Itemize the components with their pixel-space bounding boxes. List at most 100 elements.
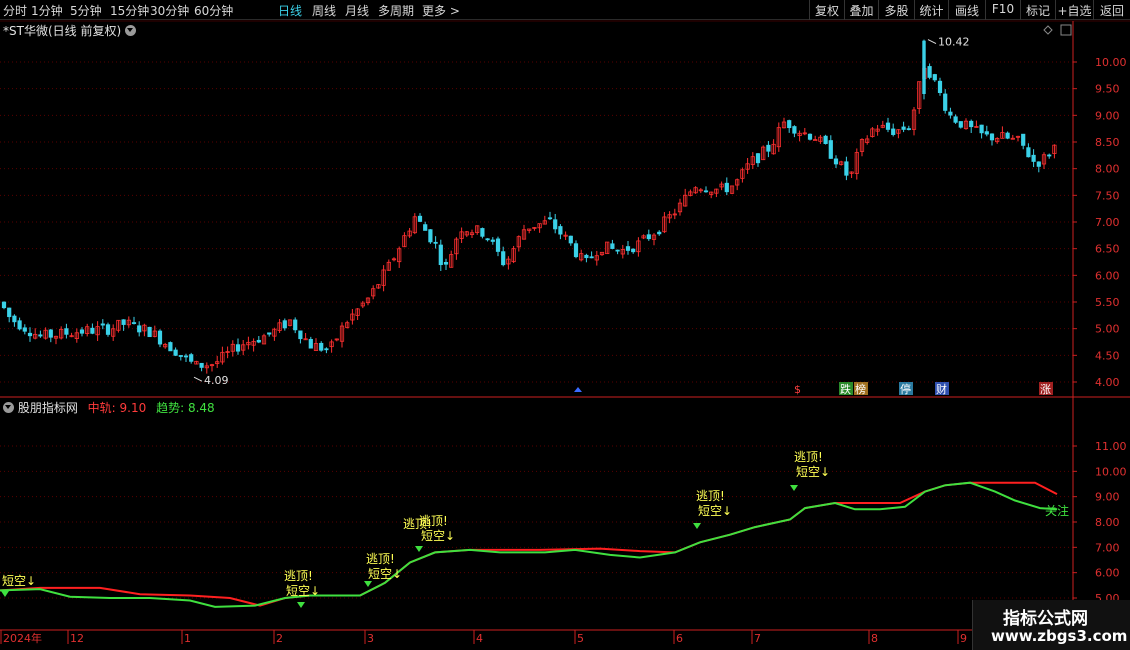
candle-body — [105, 324, 111, 335]
toolbar-button-3[interactable]: 统计 — [914, 0, 948, 20]
candle-body — [475, 225, 480, 233]
candle-body — [677, 202, 683, 213]
price-tick-label: 5.00 — [1095, 323, 1120, 336]
candle-body — [922, 67, 927, 80]
candle-body — [865, 138, 870, 143]
candle-body — [282, 320, 287, 329]
candle-body — [7, 307, 12, 318]
period-tab-10[interactable]: 更多 > — [422, 2, 460, 19]
event-badge — [1039, 382, 1053, 395]
toolbar-button-7[interactable]: +自选 — [1055, 0, 1093, 20]
chevron-down-icon[interactable] — [3, 402, 14, 413]
price-tick-label: 4.50 — [1095, 349, 1120, 362]
period-tab-9[interactable]: 多周期 — [378, 2, 414, 19]
toolbar-button-1[interactable]: 叠加 — [844, 0, 878, 20]
candle-body — [111, 328, 116, 337]
chevron-down-icon[interactable] — [124, 25, 136, 36]
candle-body — [693, 187, 698, 194]
watermark-logo: 指标公式网 www.zbgs3.com — [972, 600, 1130, 650]
indicator-tick-label: 8.00 — [1095, 516, 1120, 529]
period-tab-6[interactable]: 日线 — [278, 2, 302, 19]
candle-body — [1047, 154, 1052, 157]
candle-body — [345, 322, 350, 328]
toolbar-button-5[interactable]: F10 — [985, 0, 1020, 20]
toolbar-button-0[interactable]: 复权 — [809, 0, 844, 20]
short-signal-label: 短空↓ — [286, 584, 320, 598]
period-tab-1[interactable]: 1分钟 — [31, 2, 63, 19]
toolbar-button-6[interactable]: 标记 — [1020, 0, 1055, 20]
candle-body — [833, 158, 839, 165]
escape-signal-label: 逃顶! — [794, 450, 823, 464]
period-tab-5[interactable]: 60分钟 — [194, 2, 233, 19]
trend-label: 趋势: — [156, 401, 185, 415]
candle-body — [521, 229, 527, 240]
period-tab-0[interactable]: 分时 — [3, 2, 27, 19]
indicator-tick-label: 7.00 — [1095, 541, 1120, 554]
candle-body — [490, 239, 495, 242]
candle-body — [870, 128, 875, 138]
candle-body — [755, 153, 761, 164]
candle-body — [771, 143, 776, 155]
date-label: 9 — [960, 632, 967, 645]
candle-body — [688, 191, 693, 196]
candle-body — [885, 122, 891, 130]
candle-body — [246, 341, 251, 346]
period-tab-2[interactable]: 5分钟 — [70, 2, 102, 19]
toolbar-button-4[interactable]: 画线 — [948, 0, 985, 20]
candle-body — [287, 319, 293, 326]
indicator-tick-label: 9.00 — [1095, 491, 1120, 504]
candle-body — [157, 330, 163, 345]
period-tab-3[interactable]: 15分钟 — [110, 2, 149, 19]
candle-body — [553, 219, 558, 230]
candle-body — [1021, 133, 1026, 146]
candle-body — [537, 223, 542, 229]
candle-body — [1031, 154, 1036, 162]
escape-signal-label: 逃顶! — [284, 569, 313, 583]
candle-body — [901, 126, 906, 130]
candle-body — [438, 244, 443, 266]
candle-body — [698, 189, 703, 192]
candle-body — [43, 329, 48, 339]
candle-body — [599, 251, 605, 256]
indicator-tick-label: 10.00 — [1095, 465, 1127, 478]
candle-body — [542, 220, 547, 225]
candle-body — [433, 241, 438, 244]
candle-body — [818, 136, 823, 142]
price-tick-label: 4.00 — [1095, 376, 1120, 389]
candle-body — [272, 328, 277, 337]
candle-body — [849, 171, 854, 174]
candle-body — [303, 338, 308, 341]
price-tick-label: 5.50 — [1095, 296, 1120, 309]
candle-body — [209, 364, 215, 367]
candle-body — [1000, 132, 1005, 139]
candle-body — [646, 234, 651, 240]
period-tab-4[interactable]: 30分钟 — [150, 2, 189, 19]
mid-label: 中轨: — [87, 401, 116, 415]
candle-body — [667, 214, 672, 219]
candle-body — [506, 258, 511, 265]
candle-body — [984, 131, 989, 135]
period-tab-7[interactable]: 周线 — [312, 2, 336, 19]
toolbar-button-2[interactable]: 多股 — [878, 0, 914, 20]
candle-body — [563, 234, 568, 237]
candle-body — [891, 128, 896, 135]
high-pointer — [927, 39, 937, 45]
candle-body — [495, 238, 501, 252]
toolbar-button-8[interactable]: 返回 — [1093, 0, 1130, 20]
candle-body — [480, 228, 485, 237]
candle-body — [251, 340, 256, 346]
price-tick-label: 6.00 — [1095, 269, 1120, 282]
candle-body — [1026, 147, 1031, 158]
candle-body — [594, 255, 599, 261]
candle-body — [241, 344, 246, 351]
candle-body — [501, 251, 506, 266]
candle-body — [740, 169, 745, 179]
candle-body — [215, 361, 220, 365]
chart-title: *ST华微(日线 前复权) — [3, 22, 136, 39]
candle-body — [360, 302, 365, 307]
date-label: 12 — [70, 632, 84, 645]
period-tab-8[interactable]: 月线 — [345, 2, 369, 19]
chart-title-text: *ST华微(日线 前复权) — [3, 24, 122, 38]
candle-body — [220, 351, 225, 363]
date-label: 5 — [577, 632, 584, 645]
